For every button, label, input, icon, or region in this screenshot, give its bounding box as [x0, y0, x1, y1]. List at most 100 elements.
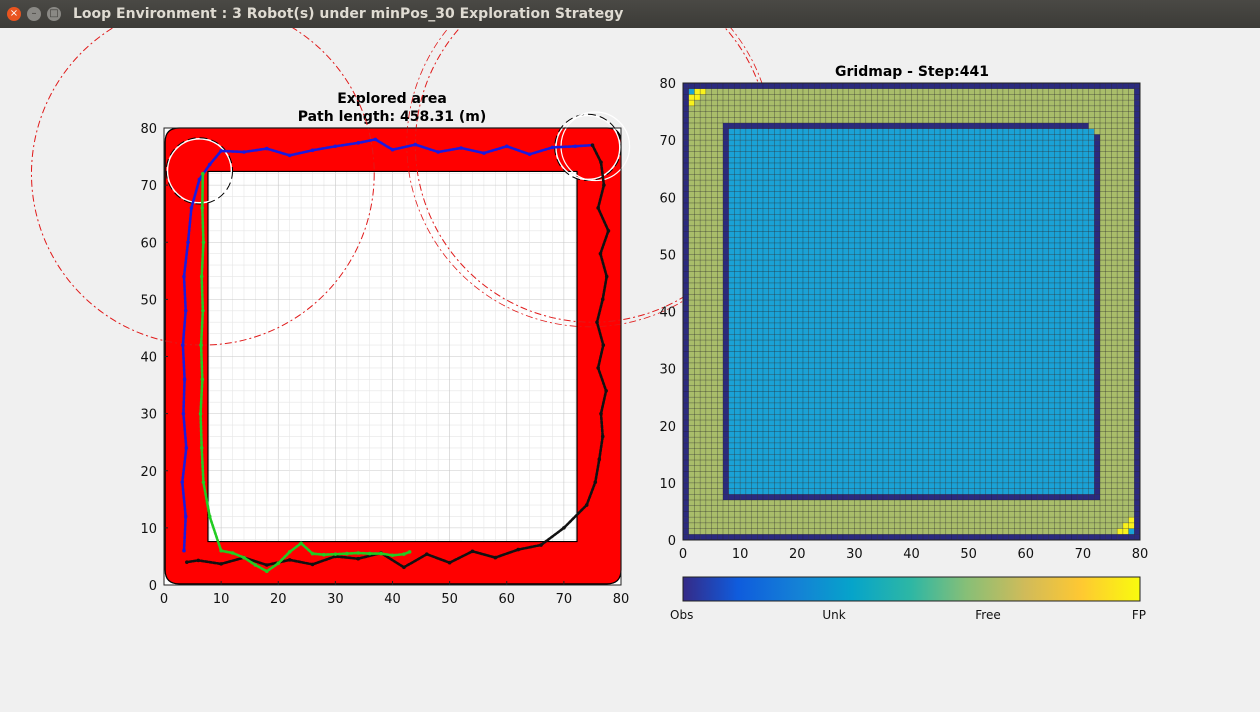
- grid-cell: [1054, 466, 1060, 472]
- grid-cell: [694, 454, 700, 460]
- grid-cell: [1060, 254, 1066, 260]
- grid-cell: [1037, 312, 1043, 318]
- grid-cell: [929, 294, 935, 300]
- grid-cell: [780, 380, 786, 386]
- grid-cell: [1066, 294, 1072, 300]
- grid-cell: [1031, 306, 1037, 312]
- grid-cell: [694, 466, 700, 472]
- grid-cell: [763, 409, 769, 415]
- grid-cell: [689, 214, 695, 220]
- grid-cell: [997, 534, 1003, 540]
- grid-cell: [1031, 517, 1037, 523]
- grid-cell: [729, 431, 735, 437]
- minimize-window-button[interactable]: –: [27, 7, 41, 21]
- grid-cell: [717, 351, 723, 357]
- grid-cell: [689, 494, 695, 500]
- grid-cell: [877, 386, 883, 392]
- grid-cell: [1094, 334, 1100, 340]
- grid-cell: [963, 306, 969, 312]
- grid-cell: [997, 431, 1003, 437]
- grid-cell: [1129, 283, 1135, 289]
- grid-cell: [1089, 511, 1095, 517]
- grid-cell: [1111, 391, 1117, 397]
- maximize-window-button[interactable]: □: [47, 7, 61, 21]
- grid-cell: [894, 391, 900, 397]
- grid-cell: [940, 500, 946, 506]
- grid-cell: [1123, 523, 1129, 529]
- grid-cell: [894, 289, 900, 295]
- grid-cell: [826, 449, 832, 455]
- grid-cell: [963, 266, 969, 272]
- grid-cell: [717, 454, 723, 460]
- close-window-button[interactable]: ×: [7, 7, 21, 21]
- grid-cell: [991, 334, 997, 340]
- grid-cell: [889, 529, 895, 535]
- grid-cell: [951, 203, 957, 209]
- grid-cell: [877, 369, 883, 375]
- grid-cell: [1077, 494, 1083, 500]
- grid-cell: [854, 323, 860, 329]
- grid-cell: [712, 306, 718, 312]
- grid-cell: [689, 329, 695, 335]
- grid-cell: [1037, 409, 1043, 415]
- grid-cell: [877, 431, 883, 437]
- grid-cell: [832, 409, 838, 415]
- grid-cell: [1134, 449, 1140, 455]
- grid-cell: [694, 334, 700, 340]
- grid-cell: [797, 289, 803, 295]
- grid-cell: [1117, 283, 1123, 289]
- grid-cell: [1037, 443, 1043, 449]
- grid-cell: [940, 529, 946, 535]
- grid-cell: [1037, 351, 1043, 357]
- grid-cell: [797, 334, 803, 340]
- grid-cell: [889, 260, 895, 266]
- grid-cell: [986, 334, 992, 340]
- grid-cell: [929, 386, 935, 392]
- grid-cell: [997, 203, 1003, 209]
- grid-cell: [1043, 489, 1049, 495]
- grid-cell: [1009, 357, 1015, 363]
- grid-cell: [991, 323, 997, 329]
- grid-cell: [1060, 243, 1066, 249]
- grid-cell: [820, 312, 826, 318]
- grid-cell: [963, 272, 969, 278]
- grid-cell: [683, 214, 689, 220]
- grid-cell: [809, 369, 815, 375]
- grid-cell: [912, 386, 918, 392]
- grid-cell: [1060, 289, 1066, 295]
- grid-cell: [723, 283, 729, 289]
- grid-cell: [900, 260, 906, 266]
- grid-cell: [1060, 209, 1066, 215]
- grid-cell: [769, 500, 775, 506]
- grid-cell: [1054, 386, 1060, 392]
- grid-cell: [792, 249, 798, 255]
- grid-cell: [946, 351, 952, 357]
- grid-cell: [854, 363, 860, 369]
- grid-cell: [929, 249, 935, 255]
- grid-cell: [757, 237, 763, 243]
- grid-cell: [860, 329, 866, 335]
- grid-cell: [774, 272, 780, 278]
- grid-cell: [1094, 466, 1100, 472]
- grid-cell: [700, 443, 706, 449]
- grid-cell: [814, 420, 820, 426]
- grid-cell: [1054, 420, 1060, 426]
- grid-cell: [723, 471, 729, 477]
- grid-cell: [683, 386, 689, 392]
- grid-cell: [923, 489, 929, 495]
- grid-cell: [900, 300, 906, 306]
- grid-cell: [757, 197, 763, 203]
- grid-cell: [820, 523, 826, 529]
- grid-cell: [997, 254, 1003, 260]
- grid-cell: [1089, 243, 1095, 249]
- grid-cell: [1043, 363, 1049, 369]
- grid-cell: [809, 403, 815, 409]
- grid-cell: [792, 232, 798, 238]
- grid-cell: [1089, 209, 1095, 215]
- grid-cell: [1094, 254, 1100, 260]
- grid-cell: [1117, 266, 1123, 272]
- grid-cell: [694, 294, 700, 300]
- grid-cell: [683, 357, 689, 363]
- grid-cell: [894, 317, 900, 323]
- grid-cell: [734, 483, 740, 489]
